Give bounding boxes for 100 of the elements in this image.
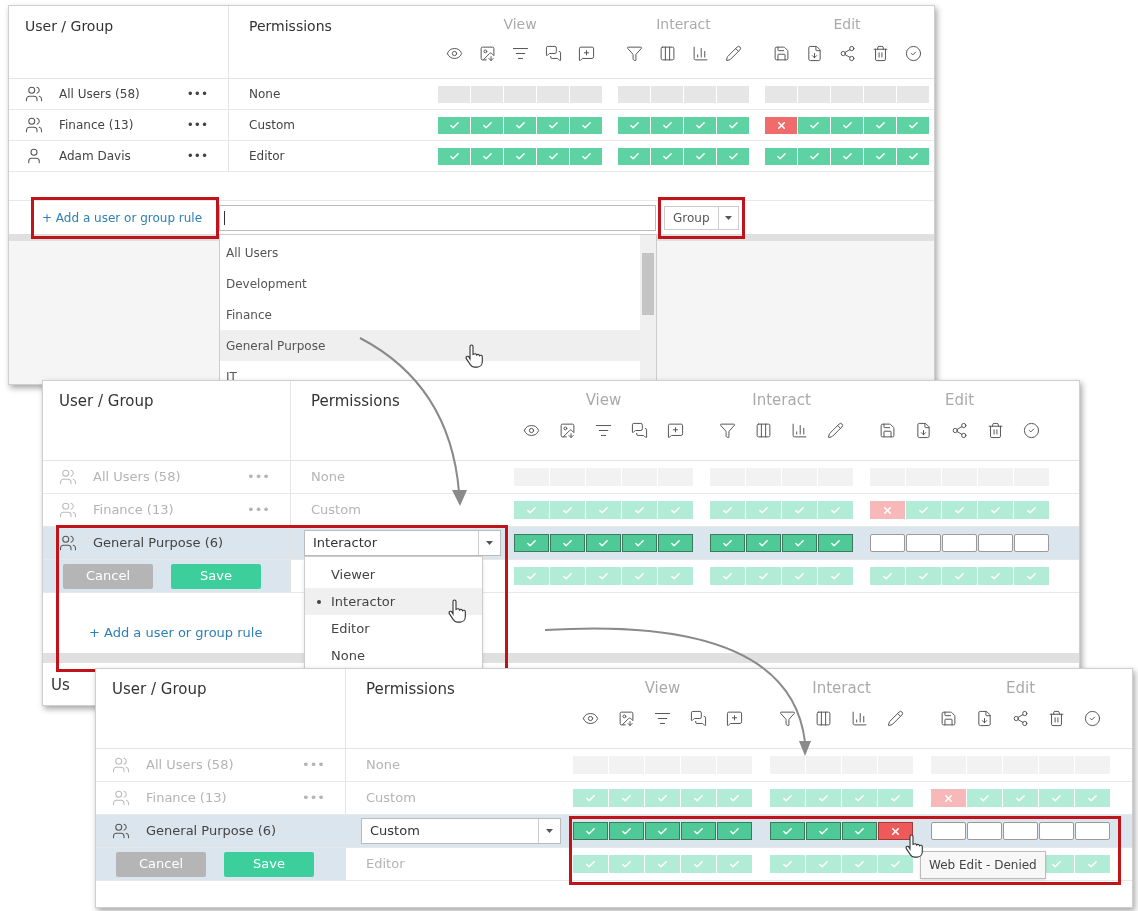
permission-cell[interactable] (504, 85, 536, 103)
more-menu[interactable]: ••• (186, 147, 208, 165)
table-row[interactable]: All Users (58) ••• None (9, 79, 934, 110)
permission-cell[interactable] (931, 822, 966, 840)
permission-cell[interactable] (931, 789, 966, 807)
permission-cell[interactable] (717, 147, 749, 165)
permission-cell[interactable] (806, 822, 841, 840)
permission-cell[interactable] (550, 534, 585, 552)
table-row[interactable]: Finance (13) ••• Custom (9, 110, 934, 141)
permission-cell[interactable] (906, 501, 941, 519)
permission-cell[interactable] (818, 567, 853, 585)
permission-cell[interactable] (550, 501, 585, 519)
permission-cell[interactable] (897, 85, 929, 103)
permission-cell[interactable] (537, 85, 569, 103)
more-menu[interactable]: ••• (186, 116, 208, 134)
permission-cell[interactable] (573, 789, 608, 807)
permission-cell[interactable] (842, 789, 877, 807)
permission-cell[interactable] (1075, 789, 1110, 807)
permission-cell[interactable] (878, 822, 913, 840)
permission-cell[interactable] (864, 147, 896, 165)
dropdown-option[interactable]: Viewer (305, 561, 482, 588)
permission-cell[interactable] (684, 85, 716, 103)
permission-cell[interactable] (658, 567, 693, 585)
more-menu[interactable]: ••• (186, 85, 208, 103)
permission-cell[interactable] (717, 855, 752, 873)
permission-cell[interactable] (746, 534, 781, 552)
permission-cell[interactable] (878, 855, 913, 873)
permission-cell[interactable] (864, 85, 896, 103)
permission-cell[interactable] (537, 116, 569, 134)
permission-cell[interactable] (645, 822, 680, 840)
permission-cell[interactable] (684, 147, 716, 165)
permission-cell[interactable] (471, 85, 503, 103)
table-row[interactable]: General Purpose (6) Custom (96, 815, 1132, 848)
permission-cell[interactable] (618, 147, 650, 165)
permission-cell[interactable] (831, 85, 863, 103)
permission-cell[interactable] (782, 567, 817, 585)
permission-cell[interactable] (870, 534, 905, 552)
permission-cell[interactable] (906, 567, 941, 585)
permission-cell[interactable] (717, 822, 752, 840)
permission-cell[interactable] (550, 567, 585, 585)
permission-cell[interactable] (978, 567, 1013, 585)
permission-cell[interactable] (1075, 822, 1110, 840)
permission-cell[interactable] (622, 501, 657, 519)
permission-cell[interactable] (1075, 855, 1110, 873)
permission-cell[interactable] (798, 116, 830, 134)
dropdown-option[interactable]: Editor (305, 615, 482, 642)
permission-cell[interactable] (806, 855, 841, 873)
permission-cell[interactable] (717, 85, 749, 103)
permission-cell[interactable] (684, 116, 716, 134)
permission-cell[interactable] (570, 116, 602, 134)
permission-cell[interactable] (765, 116, 797, 134)
permission-cell[interactable] (1014, 534, 1049, 552)
permission-cell[interactable] (570, 85, 602, 103)
permission-cell[interactable] (618, 116, 650, 134)
permission-cell[interactable] (798, 147, 830, 165)
permission-cell[interactable] (770, 855, 805, 873)
permission-cell[interactable] (645, 855, 680, 873)
permission-cell[interactable] (573, 855, 608, 873)
permission-cell[interactable] (573, 822, 608, 840)
permission-cell[interactable] (438, 85, 470, 103)
permission-cell[interactable] (942, 567, 977, 585)
permission-cell[interactable] (831, 116, 863, 134)
permission-cell[interactable] (878, 789, 913, 807)
permission-cell[interactable] (609, 789, 644, 807)
permission-cell[interactable] (514, 501, 549, 519)
permission-cell[interactable] (870, 501, 905, 519)
permission-cell[interactable] (651, 85, 683, 103)
permission-cell[interactable] (717, 116, 749, 134)
permission-cell[interactable] (746, 567, 781, 585)
type-dropdown[interactable]: Group (664, 205, 739, 230)
permission-cell[interactable] (746, 501, 781, 519)
permission-cell[interactable] (770, 789, 805, 807)
permission-cell[interactable] (658, 501, 693, 519)
dropdown-option[interactable]: None (305, 642, 482, 669)
permission-cell[interactable] (471, 147, 503, 165)
permission-cell[interactable] (818, 534, 853, 552)
permission-cell[interactable] (681, 855, 716, 873)
permission-cell[interactable] (978, 534, 1013, 552)
permission-cell[interactable] (504, 147, 536, 165)
permission-cell[interactable] (1039, 822, 1074, 840)
table-row[interactable]: Adam Davis ••• Editor (9, 141, 934, 172)
permission-cell[interactable] (765, 85, 797, 103)
permission-cell[interactable] (897, 147, 929, 165)
suggestion-item[interactable]: All Users (220, 237, 640, 268)
permission-cell[interactable] (870, 567, 905, 585)
suggestion-item[interactable]: General Purpose (220, 330, 640, 361)
permission-cell[interactable] (717, 789, 752, 807)
permission-cell[interactable] (645, 789, 680, 807)
permission-cell[interactable] (842, 822, 877, 840)
permission-cell[interactable] (471, 116, 503, 134)
permission-cell[interactable] (1014, 501, 1049, 519)
dropdown-option[interactable]: Interactor (305, 588, 482, 615)
permission-cell[interactable] (710, 567, 745, 585)
permission-cell[interactable] (1003, 822, 1038, 840)
permission-cell[interactable] (651, 147, 683, 165)
permission-cell[interactable] (537, 147, 569, 165)
permission-cell[interactable] (770, 822, 805, 840)
permission-cell[interactable] (618, 85, 650, 103)
suggestion-item[interactable]: Finance (220, 299, 640, 330)
permission-cell[interactable] (782, 534, 817, 552)
